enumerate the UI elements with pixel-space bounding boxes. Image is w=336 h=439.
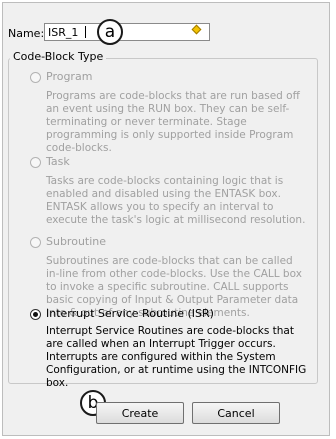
name-label: Name: bbox=[8, 27, 45, 40]
radio-task[interactable] bbox=[30, 157, 41, 168]
name-input[interactable] bbox=[44, 23, 210, 41]
program-description: Programs are code-blocks that are run ba… bbox=[46, 90, 300, 154]
radio-program-label: Program bbox=[46, 70, 93, 83]
radio-isr-label: Interrupt Service Routine (ISR) bbox=[46, 307, 214, 320]
radio-task-label: Task bbox=[46, 155, 70, 168]
text-cursor bbox=[85, 26, 86, 38]
cancel-button[interactable]: Cancel bbox=[192, 402, 280, 424]
radio-subroutine-label: Subroutine bbox=[46, 235, 107, 248]
isr-description: Interrupt Service Routines are code-bloc… bbox=[46, 325, 307, 389]
code-block-type-title: Code-Block Type bbox=[10, 50, 107, 63]
radio-subroutine[interactable] bbox=[30, 237, 41, 248]
radio-isr[interactable] bbox=[30, 309, 41, 320]
radio-program[interactable] bbox=[30, 72, 41, 83]
task-description: Tasks are code-blocks containing logic t… bbox=[46, 175, 306, 226]
callout-a-marker: a bbox=[97, 19, 123, 45]
create-button[interactable]: Create bbox=[96, 402, 184, 424]
